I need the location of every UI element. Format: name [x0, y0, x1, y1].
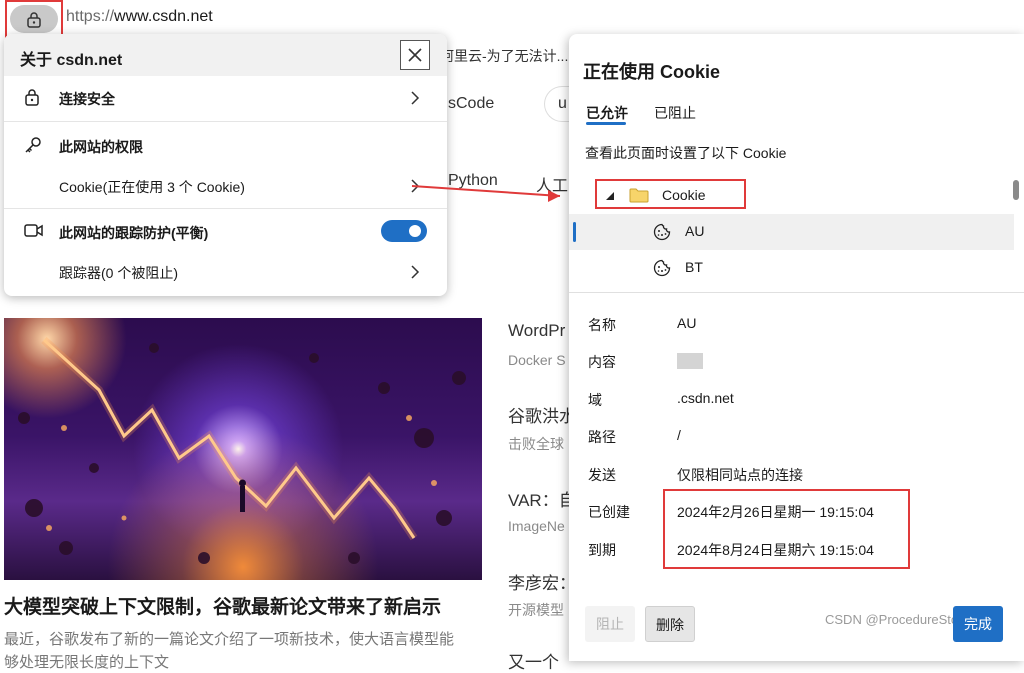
lock-icon: [25, 89, 39, 106]
background-search-snippet: sCode: [448, 95, 495, 112]
article-summary: 最近，谷歌发布了新的一篇论文介绍了一项新技术，使大语言模型能: [4, 631, 455, 648]
right-item-title: VAR：自: [508, 491, 576, 510]
detail-key: 内容: [588, 354, 616, 370]
cookies-in-use-panel: 正在使用 Cookie 已允许 已阻止 查看此页面时设置了以下 Cookie C…: [569, 34, 1024, 661]
annotation-box: [595, 179, 746, 209]
address-bar: https://www.csdn.net: [0, 0, 1024, 40]
chevron-right-icon: [411, 265, 420, 279]
panel-title: 正在使用 Cookie: [583, 62, 721, 82]
tree-item-label: AU: [685, 223, 705, 239]
detail-value: .csdn.net: [677, 390, 734, 406]
key-icon: [25, 137, 41, 153]
annotation-arrow: [411, 185, 561, 202]
popup-header: 关于 csdn.net: [4, 34, 447, 76]
site-info-pill[interactable]: [10, 5, 58, 33]
detail-key: 到期: [588, 542, 616, 558]
site-permissions-label: 此网站的权限: [59, 139, 143, 155]
cookies-row[interactable]: Cookie(正在使用 3 个 Cookie): [4, 164, 447, 208]
url-display[interactable]: https://www.csdn.net: [66, 8, 213, 26]
popup-title: 关于 csdn.net: [20, 52, 123, 69]
connection-security-label: 连接安全: [59, 91, 115, 107]
tab-selected-indicator: [586, 122, 626, 125]
close-icon: [408, 48, 422, 62]
detail-row-path: 路径 /: [569, 421, 1024, 451]
tracking-camera-icon: [24, 224, 43, 237]
site-permissions-row: 此网站的权限: [4, 124, 447, 168]
url-scheme: https://: [66, 8, 115, 25]
divider: [4, 208, 447, 209]
connection-security-row[interactable]: 连接安全: [4, 76, 447, 120]
detail-value: AU: [677, 315, 697, 331]
article-title[interactable]: 大模型突破上下文限制，谷歌最新论文带来了新启示: [4, 592, 441, 619]
done-button[interactable]: 完成: [953, 606, 1003, 642]
divider: [4, 121, 447, 122]
detail-key: 域: [588, 392, 602, 408]
site-info-popup: 关于 csdn.net 连接安全 此网站的权限 Cookie(正在使用 3 个 …: [4, 34, 447, 296]
panel-description: 查看此页面时设置了以下 Cookie: [585, 145, 787, 161]
tracking-prevention-label: 此网站的跟踪防护(平衡): [59, 225, 209, 241]
block-button[interactable]: 阻止: [585, 606, 635, 642]
right-item-sub: ImageNe: [508, 518, 565, 534]
right-item-title: WordPr: [508, 321, 566, 340]
article-hero-image[interactable]: [4, 318, 482, 580]
right-item-title: 谷歌洪水: [508, 407, 576, 426]
right-item-sub: 开源模型: [508, 602, 564, 618]
right-item-sub: Docker S: [508, 352, 566, 368]
tracking-prevention-toggle[interactable]: [381, 220, 427, 242]
cookie-icon: [653, 259, 671, 277]
detail-key: 路径: [588, 429, 616, 445]
detail-row-domain: 域 .csdn.net: [569, 384, 1024, 414]
tree-item-label: BT: [685, 259, 703, 275]
url-host: www.csdn.net: [114, 8, 213, 25]
detail-row-send: 发送 仅限相同站点的连接: [569, 459, 1024, 489]
detail-value: 仅限相同站点的连接: [677, 467, 803, 483]
watermark: CSDN @ProcedureStone: [825, 612, 973, 627]
article-summary: 够处理无限长度的上下文: [4, 654, 170, 671]
selection-indicator: [573, 222, 576, 242]
tree-scrollbar[interactable]: [1013, 180, 1019, 200]
toggle-knob: [409, 225, 421, 237]
tab-blocked[interactable]: 已阻止: [654, 103, 696, 123]
background-search-button-label: u: [558, 95, 567, 112]
detail-key: 名称: [588, 317, 616, 333]
tab-allowed[interactable]: 已允许: [586, 103, 628, 123]
right-item-sub: 击败全球: [508, 436, 564, 452]
hero-illustration: [18, 337, 466, 564]
detail-row-content: 内容: [569, 346, 1024, 376]
redacted-content-value: [677, 353, 703, 369]
background-tab-snippet: 阿里云-为了无法计...: [440, 48, 569, 64]
detail-key: 已创建: [588, 504, 630, 520]
close-button[interactable]: [400, 40, 430, 70]
cookie-icon: [653, 223, 671, 241]
detail-value: /: [677, 427, 681, 443]
detail-key: 发送: [588, 467, 616, 483]
detail-row-name: 名称 AU: [569, 309, 1024, 339]
tree-item-au[interactable]: AU: [569, 214, 1014, 250]
tree-item-bt[interactable]: BT: [569, 250, 1014, 286]
trackers-label: 跟踪器(0 个被阻止): [59, 265, 178, 281]
cookies-label: Cookie(正在使用 3 个 Cookie): [59, 179, 245, 195]
annotation-box: [663, 489, 910, 569]
right-item-title: 李彦宏：: [508, 574, 576, 593]
divider: [569, 292, 1024, 293]
delete-button[interactable]: 删除: [645, 606, 695, 642]
chevron-right-icon: [411, 91, 420, 105]
lock-icon: [27, 12, 41, 28]
cookie-tree: Cookie AU BT: [569, 178, 1024, 294]
trackers-row[interactable]: 跟踪器(0 个被阻止): [4, 250, 447, 294]
